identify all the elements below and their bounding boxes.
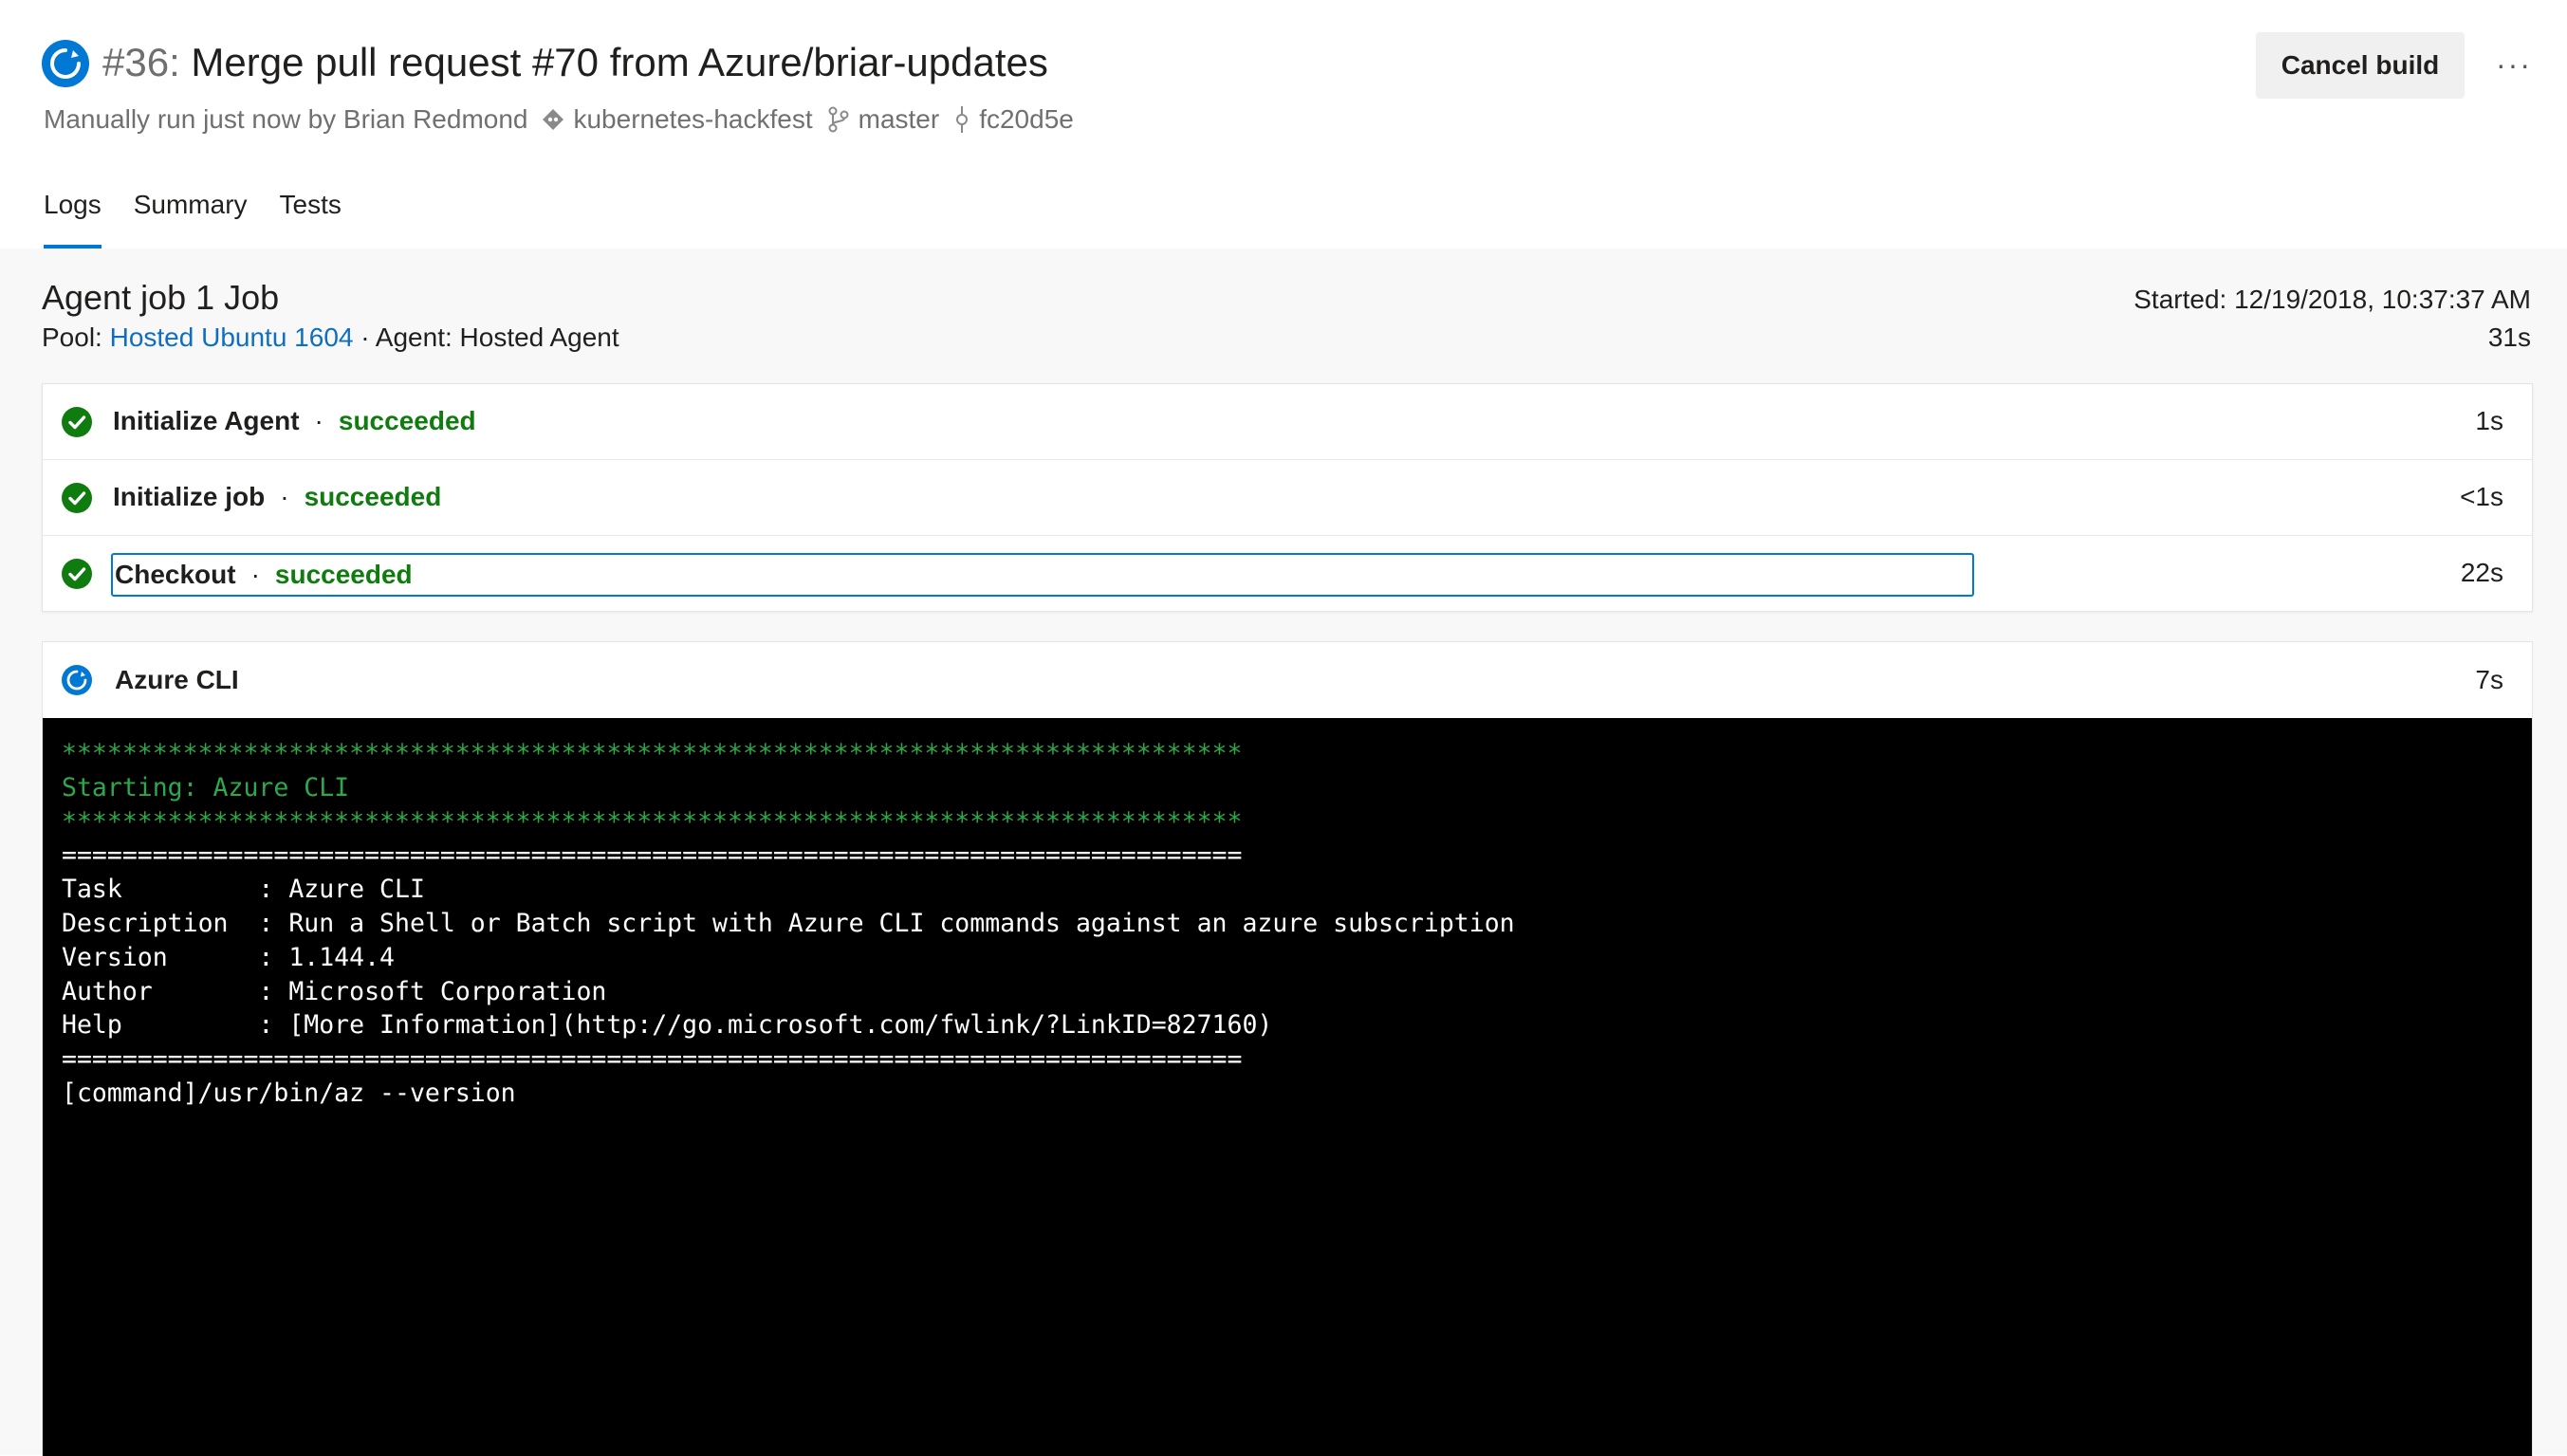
commit-link[interactable]: fc20d5e (952, 104, 1074, 135)
current-step-name: Azure CLI (115, 665, 239, 694)
check-circle-icon (62, 407, 92, 437)
pool-link[interactable]: Hosted Ubuntu 1604 (110, 323, 354, 352)
step-name: Initialize job (113, 482, 266, 511)
focused-step-label[interactable]: Checkout · succeeded (111, 553, 1974, 597)
console-line: Help : [More Information](http://go.micr… (62, 1010, 1273, 1041)
console-line: Author : Microsoft Corporation (62, 976, 607, 1006)
branch-name: master (858, 104, 940, 134)
log-console[interactable]: ****************************************… (43, 718, 2532, 1456)
step-row[interactable]: Initialize Agent · succeeded 1s (43, 384, 2532, 460)
tab-logs[interactable]: Logs (44, 180, 102, 249)
current-step-header[interactable]: Azure CLI 7s (43, 642, 2532, 718)
branch-icon (828, 106, 849, 133)
trigger-text: Manually run just now by Brian Redmond (44, 104, 528, 134)
job-duration: 31s (2487, 323, 2531, 352)
step-status: succeeded (338, 406, 476, 435)
build-name: Merge pull request #70 from Azure/briar-… (191, 40, 1048, 84)
agent-text: · Agent: Hosted Agent (360, 323, 619, 352)
more-actions-button[interactable]: ··· (2485, 36, 2542, 93)
tab-bar: Logs Summary Tests (44, 180, 374, 249)
step-duration: 1s (2475, 406, 2503, 435)
step-status: succeeded (274, 560, 413, 589)
step-separator: · (280, 482, 289, 511)
console-line: Description : Run a Shell or Batch scrip… (62, 908, 1515, 938)
console-line: ========================================… (62, 840, 1243, 871)
step-name: Initialize Agent (113, 406, 300, 435)
step-separator: · (314, 406, 323, 435)
started-time: Started: 12/19/2018, 10:37:37 AM (2133, 285, 2531, 314)
step-separator: · (250, 560, 260, 589)
console-line: [command]/usr/bin/az --version (62, 1078, 516, 1108)
step-row[interactable]: Initialize job · succeeded <1s (43, 460, 2532, 536)
in-progress-icon (62, 665, 92, 695)
repo-link[interactable]: kubernetes-hackfest (541, 104, 813, 135)
build-meta: Manually run just now by Brian Redmond k… (44, 99, 1074, 140)
repo-name: kubernetes-hackfest (573, 104, 813, 134)
step-row[interactable]: Checkout · succeeded 22s (43, 536, 2532, 611)
job-title: Agent job 1 Job (42, 278, 280, 317)
repo-icon (543, 109, 564, 130)
step-duration: <1s (2460, 482, 2503, 511)
console-line: Task : Azure CLI (62, 875, 425, 905)
build-title: #36: Merge pull request #70 from Azure/b… (102, 34, 1048, 91)
commit-hash: fc20d5e (979, 104, 1074, 134)
console-line: ****************************************… (62, 806, 1243, 837)
console-line: ****************************************… (62, 739, 1243, 768)
console-line: Version : 1.144.4 (62, 942, 395, 972)
branch-link[interactable]: master (826, 104, 940, 135)
step-status: succeeded (304, 482, 442, 511)
check-circle-icon (62, 559, 92, 589)
step-name: Checkout (115, 560, 236, 589)
console-line: ========================================… (62, 1044, 1243, 1075)
console-line: Starting: Azure CLI (62, 772, 350, 802)
tab-tests[interactable]: Tests (280, 180, 342, 249)
pool-line: Pool: Hosted Ubuntu 1604 · Agent: Hosted… (42, 319, 619, 357)
in-progress-icon (42, 40, 89, 87)
current-step-duration: 7s (2475, 665, 2503, 694)
check-circle-icon (62, 483, 92, 513)
step-list: Initialize Agent · succeeded 1s Initiali… (42, 383, 2533, 612)
commit-icon (956, 106, 969, 133)
step-duration: 22s (2460, 558, 2503, 587)
build-number: #36: (102, 40, 180, 84)
log-content: Agent job 1 Job Pool: Hosted Ubuntu 1604… (0, 249, 2567, 1456)
pool-label: Pool: (42, 323, 102, 352)
build-header: #36: Merge pull request #70 from Azure/b… (0, 0, 2567, 249)
current-step-card: Azure CLI 7s ***************************… (42, 641, 2533, 1456)
cancel-build-button[interactable]: Cancel build (2256, 32, 2465, 99)
tab-summary[interactable]: Summary (134, 180, 248, 249)
